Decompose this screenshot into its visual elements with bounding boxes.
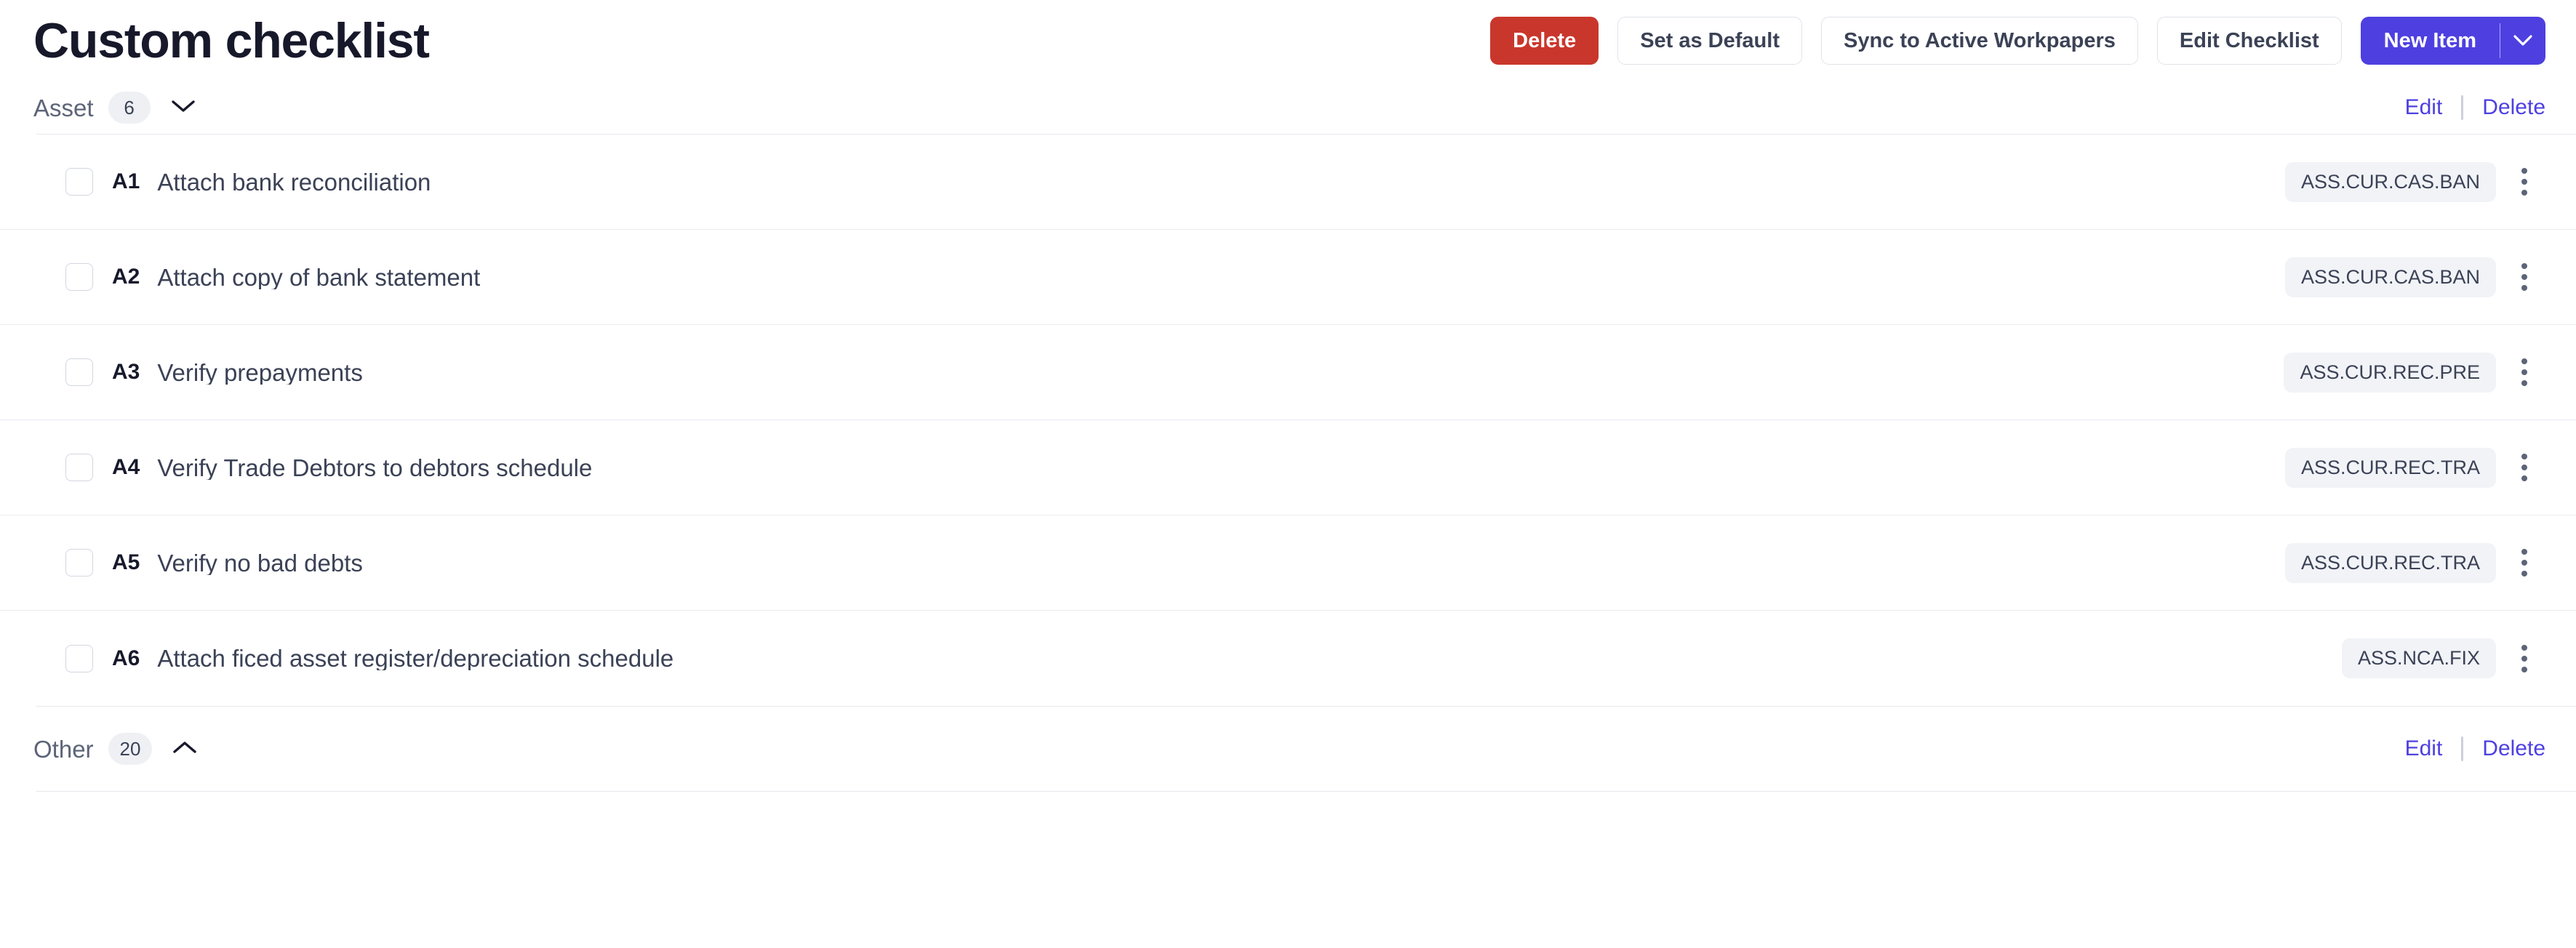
section-header-other: Other 20 Edit Delete xyxy=(0,723,2576,775)
row-content: A6 Attach ficed asset register/depreciat… xyxy=(65,644,2342,672)
row-tag: ASS.NCA.FIX xyxy=(2341,638,2496,678)
row-label: Verify Trade Debtors to debtors schedule xyxy=(157,455,593,480)
section-header-left: Asset 6 xyxy=(33,91,200,124)
row-menu-icon[interactable] xyxy=(2503,446,2545,489)
row-content: A4 Verify Trade Debtors to debtors sched… xyxy=(65,454,2285,481)
chevron-up-icon xyxy=(172,740,197,758)
section-header-right: Edit Delete xyxy=(2405,736,2545,761)
section-delete-link-other[interactable]: Delete xyxy=(2482,738,2545,760)
row-tag: ASS.CUR.CAS.BAN xyxy=(2284,161,2496,202)
page-title: Custom checklist xyxy=(33,13,430,68)
edit-checklist-button[interactable]: Edit Checklist xyxy=(2156,17,2342,65)
row-label: Attach copy of bank statement xyxy=(157,265,481,289)
table-row[interactable]: A2 Attach copy of bank statement ASS.CUR… xyxy=(0,230,2576,325)
new-item-split-button: New Item xyxy=(2360,17,2545,65)
row-code: A3 xyxy=(112,360,140,384)
page-header: Custom checklist Delete Set as Default S… xyxy=(0,0,2576,81)
row-content: A5 Verify no bad debts xyxy=(65,549,2285,577)
row-menu-icon[interactable] xyxy=(2503,638,2545,680)
row-content: A2 Attach copy of bank statement xyxy=(65,263,2285,291)
sync-to-active-workpapers-button[interactable]: Sync to Active Workpapers xyxy=(1820,17,2138,65)
section-edit-link-other[interactable]: Edit xyxy=(2405,738,2443,760)
row-tag: ASS.CUR.REC.TRA xyxy=(2284,542,2496,583)
set-as-default-button[interactable]: Set as Default xyxy=(1617,17,1802,65)
header-actions: Delete Set as Default Sync to Active Wor… xyxy=(1490,17,2545,65)
row-meta: ASS.CUR.REC.PRE xyxy=(2284,351,2545,393)
section-count-badge: 20 xyxy=(108,733,153,765)
row-tag: ASS.CUR.CAS.BAN xyxy=(2284,257,2496,297)
row-meta: ASS.CUR.CAS.BAN xyxy=(2284,256,2545,298)
row-menu-icon[interactable] xyxy=(2503,542,2545,584)
section-edit-link-asset[interactable]: Edit xyxy=(2405,97,2443,118)
row-label: Attach ficed asset register/depreciation… xyxy=(157,646,674,670)
row-tag: ASS.CUR.REC.TRA xyxy=(2284,447,2496,488)
row-checkbox[interactable] xyxy=(65,549,93,577)
row-content: A1 Attach bank reconciliation xyxy=(65,168,2285,196)
row-meta: ASS.NCA.FIX xyxy=(2341,638,2545,680)
checklist-sections: Asset 6 Edit Delete A1 Attach bank recon… xyxy=(0,81,2576,792)
row-meta: ASS.CUR.CAS.BAN xyxy=(2284,161,2545,203)
row-tag: ASS.CUR.REC.PRE xyxy=(2284,352,2496,393)
row-content: A3 Verify prepayments xyxy=(65,358,2284,386)
row-label: Verify no bad debts xyxy=(157,550,363,575)
table-row[interactable]: A5 Verify no bad debts ASS.CUR.REC.TRA xyxy=(0,515,2576,611)
section-header-asset: Asset 6 Edit Delete xyxy=(0,81,2576,134)
row-checkbox[interactable] xyxy=(65,454,93,481)
section-title: Other xyxy=(33,735,94,763)
row-meta: ASS.CUR.REC.TRA xyxy=(2284,446,2545,489)
chevron-down-icon xyxy=(2513,35,2532,47)
row-label: Verify prepayments xyxy=(157,360,363,385)
row-meta: ASS.CUR.REC.TRA xyxy=(2284,542,2545,584)
table-row[interactable]: A6 Attach ficed asset register/depreciat… xyxy=(0,611,2576,706)
row-menu-icon[interactable] xyxy=(2503,351,2545,393)
chevron-down-icon xyxy=(171,99,196,117)
section-header-left: Other 20 xyxy=(33,732,201,766)
row-checkbox[interactable] xyxy=(65,263,93,291)
row-checkbox[interactable] xyxy=(65,358,93,386)
section-divider xyxy=(36,791,2576,792)
row-code: A2 xyxy=(112,265,140,289)
row-menu-icon[interactable] xyxy=(2503,161,2545,203)
table-row[interactable]: A4 Verify Trade Debtors to debtors sched… xyxy=(0,420,2576,515)
new-item-button[interactable]: New Item xyxy=(2361,17,2500,65)
row-code: A6 xyxy=(112,646,140,670)
row-checkbox[interactable] xyxy=(65,168,93,196)
section-link-divider xyxy=(2461,736,2464,761)
section-collapse-toggle-asset[interactable] xyxy=(167,91,200,124)
row-code: A1 xyxy=(112,169,140,193)
new-item-dropdown-toggle[interactable] xyxy=(2500,17,2545,65)
section-title: Asset xyxy=(33,94,94,121)
section-count-badge: 6 xyxy=(108,92,151,124)
section-other: Other 20 Edit Delete xyxy=(0,707,2576,792)
section-rows-asset: A1 Attach bank reconciliation ASS.CUR.CA… xyxy=(0,134,2576,706)
table-row[interactable]: A3 Verify prepayments ASS.CUR.REC.PRE xyxy=(0,325,2576,420)
section-asset: Asset 6 Edit Delete A1 Attach bank recon… xyxy=(0,81,2576,707)
row-code: A5 xyxy=(112,550,140,574)
table-row[interactable]: A1 Attach bank reconciliation ASS.CUR.CA… xyxy=(0,134,2576,230)
row-label: Attach bank reconciliation xyxy=(157,169,431,194)
row-checkbox[interactable] xyxy=(65,644,93,672)
section-link-divider xyxy=(2461,95,2464,120)
section-header-right: Edit Delete xyxy=(2405,95,2545,120)
row-code: A4 xyxy=(112,455,140,479)
delete-checklist-button[interactable]: Delete xyxy=(1490,17,1599,65)
row-menu-icon[interactable] xyxy=(2503,256,2545,298)
checklist-page: Custom checklist Delete Set as Default S… xyxy=(0,0,2576,948)
section-collapse-toggle-other[interactable] xyxy=(168,732,201,766)
section-delete-link-asset[interactable]: Delete xyxy=(2482,97,2545,118)
